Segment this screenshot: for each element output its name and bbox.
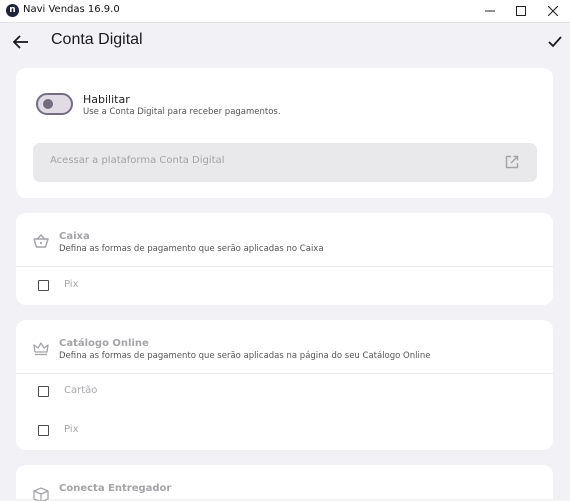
enable-toggle-label: Habilitar	[83, 93, 130, 106]
minimize-icon	[485, 10, 495, 12]
caixa-pix-checkbox[interactable]	[38, 280, 49, 291]
toggle-knob	[43, 99, 53, 109]
crown-icon	[33, 342, 49, 356]
entregador-card: Conecta Entregador	[16, 465, 553, 501]
caixa-title: Caixa	[59, 231, 90, 242]
catalogo-cartao-checkbox[interactable]	[38, 386, 49, 397]
basket-icon	[33, 234, 49, 248]
app-logo-icon: n	[6, 4, 19, 17]
enable-toggle[interactable]	[36, 93, 73, 115]
catalogo-cartao-label: Cartão	[64, 385, 98, 396]
open-external-icon	[505, 155, 519, 169]
page-title: Conta Digital	[51, 31, 143, 48]
maximize-button[interactable]	[507, 0, 535, 22]
catalogo-description: Defina as formas de pagamento que serão …	[59, 351, 431, 361]
caixa-description: Defina as formas de pagamento que serão …	[59, 244, 324, 254]
enable-toggle-description: Use a Conta Digital para receber pagamen…	[83, 107, 281, 117]
confirm-check-icon[interactable]	[547, 34, 563, 50]
caixa-card: Caixa Defina as formas de pagamento que …	[16, 213, 553, 305]
access-platform-label: Acessar a plataforma Conta Digital	[50, 155, 225, 166]
divider	[16, 373, 553, 374]
caixa-pix-label: Pix	[64, 279, 79, 290]
window-title: Navi Vendas 16.9.0	[23, 4, 120, 15]
catalogo-pix-checkbox[interactable]	[38, 425, 49, 436]
close-button[interactable]	[539, 0, 567, 22]
divider	[16, 266, 553, 267]
close-icon	[548, 6, 558, 16]
minimize-button[interactable]	[476, 0, 504, 22]
catalogo-card: Catálogo Online Defina as formas de paga…	[16, 320, 553, 450]
conta-digital-card: Habilitar Use a Conta Digital para receb…	[16, 68, 553, 198]
maximize-icon	[516, 6, 526, 16]
catalogo-pix-label: Pix	[64, 424, 79, 435]
back-arrow-icon[interactable]	[12, 33, 30, 51]
window-titlebar: n Navi Vendas 16.9.0	[0, 0, 570, 23]
app-bar: Conta Digital	[0, 23, 570, 61]
entregador-title: Conecta Entregador	[59, 483, 172, 494]
catalogo-title: Catálogo Online	[59, 338, 149, 349]
access-platform-button[interactable]: Acessar a plataforma Conta Digital	[33, 143, 537, 182]
